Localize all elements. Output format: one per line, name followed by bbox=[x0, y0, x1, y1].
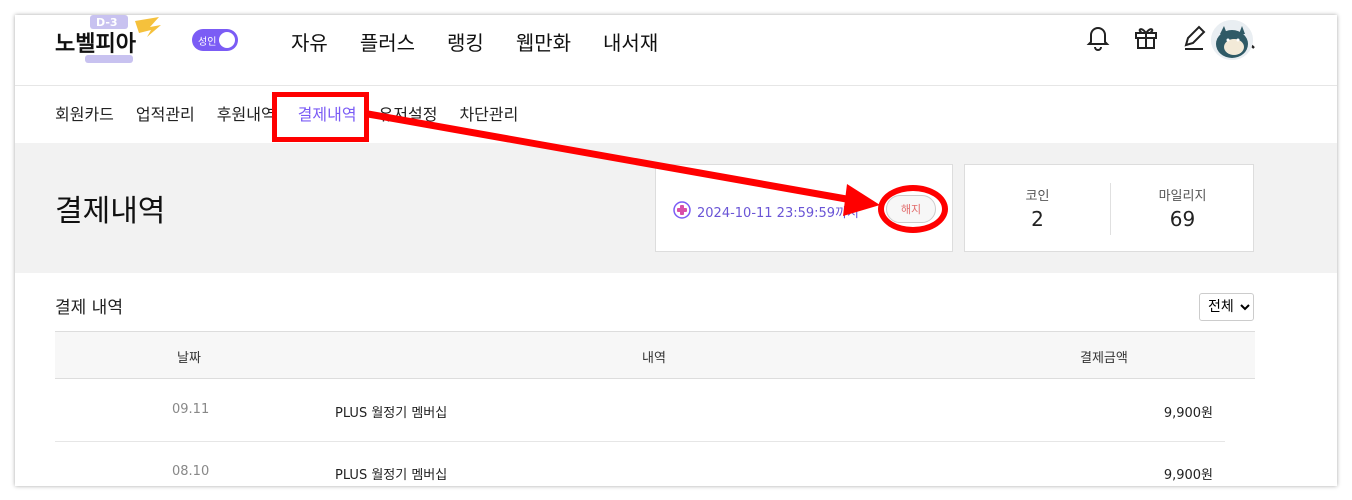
annotation-highlight-oval bbox=[878, 185, 948, 233]
annotation-arrow bbox=[367, 110, 880, 216]
